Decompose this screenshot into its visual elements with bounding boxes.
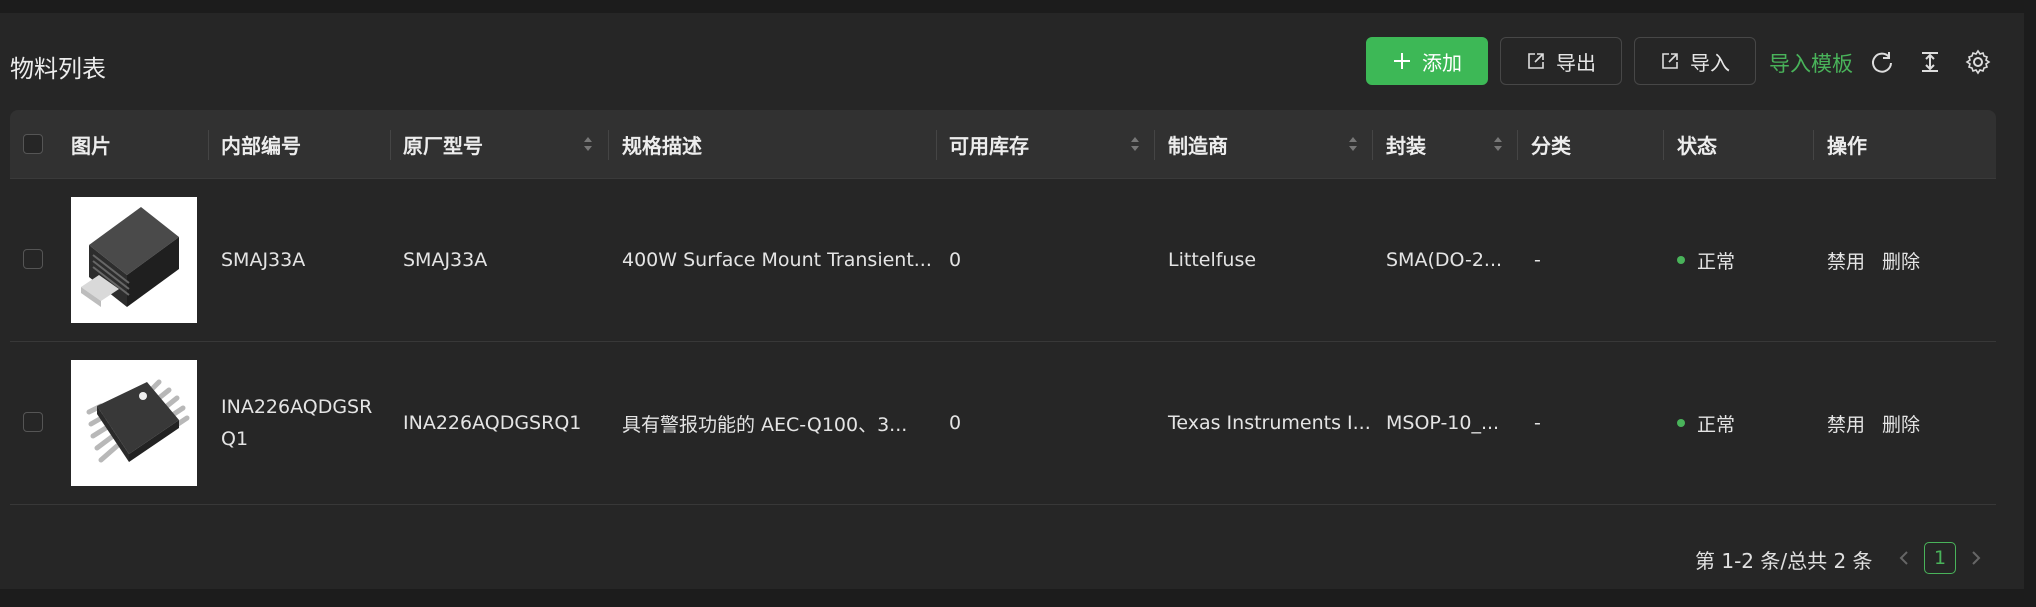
delete-action-link[interactable]: 删除 <box>1882 342 1920 504</box>
export-button-label: 导出 <box>1556 50 1596 75</box>
page-title: 物料列表 <box>10 55 106 83</box>
delete-action-link[interactable]: 删除 <box>1882 179 1920 341</box>
status-badge: 正常 <box>1677 179 1735 341</box>
table-row: INA226AQDGSR Q1 INA226AQDGSRQ1 具有警报功能的 A… <box>10 342 1996 505</box>
description-cell: 具有警报功能的 AEC-Q100、3... <box>622 413 908 436</box>
column-header-actions: 操作 <box>1827 133 1867 158</box>
status-text: 正常 <box>1697 250 1736 273</box>
package-link[interactable]: MSOP-10_... <box>1386 342 1499 504</box>
table-header: 图片 内部编号 原厂型号 规格描述 可用库存 制造商 封装 分类 状态 操作 <box>10 110 1996 179</box>
column-height-icon[interactable] <box>1917 49 1943 75</box>
row-checkbox[interactable] <box>23 249 43 269</box>
stock-cell: 0 <box>949 249 962 271</box>
disable-action-link[interactable]: 禁用 <box>1827 179 1865 341</box>
pagination-summary: 第 1-2 条/总共 2 条 <box>1695 549 1873 573</box>
header-bar: 物料列表 添加 导出 导入 导入模板 <box>0 13 2024 113</box>
mfr-part-cell: INA226AQDGSRQ1 <box>403 412 582 434</box>
material-list-card: 物料列表 添加 导出 导入 导入模板 图片 内部编号 原厂型号 规格描述 可用库… <box>0 13 2024 589</box>
sort-icon[interactable] <box>1347 132 1359 156</box>
sort-icon[interactable] <box>1129 132 1141 156</box>
export-button[interactable]: 导出 <box>1500 37 1622 85</box>
stock-cell: 0 <box>949 412 962 434</box>
manufacturer-cell: Texas Instruments I... <box>1168 412 1371 434</box>
msop-ic-package-image <box>86 379 190 463</box>
category-cell: - <box>1534 412 1541 434</box>
column-header-category: 分类 <box>1531 133 1571 158</box>
status-dot-icon <box>1677 256 1685 264</box>
description-cell: 400W Surface Mount Transient... <box>622 249 932 271</box>
column-divider <box>1372 130 1373 160</box>
import-icon <box>1662 53 1678 69</box>
column-divider <box>608 130 609 160</box>
column-header-package[interactable]: 封装 <box>1386 110 1426 178</box>
materials-table: 图片 内部编号 原厂型号 规格描述 可用库存 制造商 封装 分类 状态 操作 S… <box>10 110 1996 505</box>
package-link[interactable]: SMA(DO-2... <box>1386 179 1502 341</box>
internal-no-link[interactable]: SMAJ33A <box>221 179 305 341</box>
add-button[interactable]: 添加 <box>1366 37 1488 85</box>
smd-diode-package-image <box>81 207 179 307</box>
column-divider <box>936 130 937 160</box>
column-divider <box>1663 130 1664 160</box>
export-icon <box>1528 53 1544 69</box>
column-divider <box>390 130 391 160</box>
manufacturer-cell: Littelfuse <box>1168 249 1257 271</box>
column-header-description: 规格描述 <box>622 133 702 158</box>
plus-icon <box>1394 53 1410 69</box>
status-text: 正常 <box>1697 413 1736 436</box>
category-cell: - <box>1534 249 1541 271</box>
row-checkbox[interactable] <box>23 412 43 432</box>
column-header-mfr-part[interactable]: 原厂型号 <box>403 110 483 178</box>
column-header-stock[interactable]: 可用库存 <box>949 110 1029 178</box>
internal-no-link[interactable]: INA226AQDGSR Q1 <box>221 342 372 504</box>
page-number-button[interactable]: 1 <box>1924 542 1956 574</box>
column-header-internal-no: 内部编号 <box>221 133 301 158</box>
component-thumbnail[interactable] <box>71 360 197 486</box>
column-divider <box>208 130 209 160</box>
chevron-left-icon[interactable] <box>1897 549 1911 567</box>
status-badge: 正常 <box>1677 342 1735 504</box>
column-divider <box>1154 130 1155 160</box>
component-thumbnail[interactable] <box>71 197 197 323</box>
column-header-image: 图片 <box>71 133 111 158</box>
import-button-label: 导入 <box>1690 50 1730 75</box>
status-dot-icon <box>1677 419 1685 427</box>
table-row: SMAJ33A SMAJ33A 400W Surface Mount Trans… <box>10 179 1996 342</box>
column-divider <box>1813 130 1814 160</box>
column-header-manufacturer[interactable]: 制造商 <box>1168 110 1228 178</box>
settings-icon[interactable] <box>1965 49 1991 75</box>
chevron-right-icon[interactable] <box>1969 549 1983 567</box>
import-button[interactable]: 导入 <box>1634 37 1756 85</box>
internal-no-line1: INA226AQDGSR <box>221 396 373 418</box>
sort-icon[interactable] <box>1492 132 1504 156</box>
sort-icon[interactable] <box>582 132 594 156</box>
refresh-icon[interactable] <box>1869 49 1895 75</box>
mfr-part-cell: SMAJ33A <box>403 249 488 271</box>
import-template-link[interactable]: 导入模板 <box>1769 48 1853 78</box>
column-header-status: 状态 <box>1677 133 1717 158</box>
add-button-label: 添加 <box>1422 50 1462 75</box>
internal-no-line2: Q1 <box>221 428 249 450</box>
disable-action-link[interactable]: 禁用 <box>1827 342 1865 504</box>
select-all-checkbox[interactable] <box>23 134 43 154</box>
column-divider <box>1517 130 1518 160</box>
